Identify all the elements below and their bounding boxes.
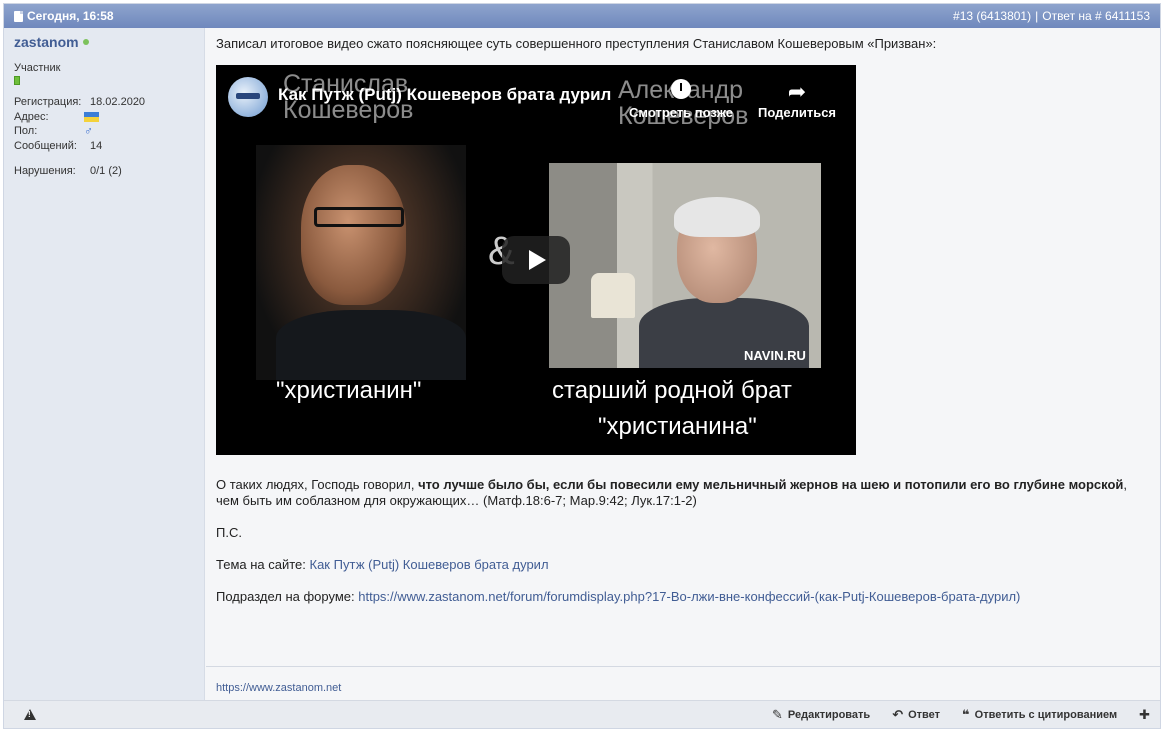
watch-later-button[interactable]: Смотреть позже [626,79,736,121]
violations-row: Нарушения: 0/1 (2) [14,165,194,177]
info-row-address: Адрес: [14,110,194,125]
user-rank: Участник [14,62,61,74]
channel-avatar[interactable] [228,77,268,117]
post-header: Сегодня, 16:58 #13 (6413801) | Ответ на … [4,4,1160,28]
post-number-area: #13 (6413801) | Ответ на # 6411153 [953,9,1150,23]
play-button[interactable] [502,236,570,284]
info-value: 18.02.2020 [90,96,146,109]
ps-text: П.С. [216,525,242,540]
user-info: Регистрация: 18.02.2020 Адрес: Пол: ♂ Со… [14,95,194,153]
ukraine-flag-icon [84,111,99,122]
forum-label: Подраздел на форуме: [216,589,359,604]
info-key: Адрес: [14,110,49,123]
topic-paragraph: Тема на сайте: Как Путж (Putj) Кошеверов… [216,557,1151,573]
info-key: Сообщений: [14,139,77,152]
post-footer: ✎ Редактировать ↶ Ответ ❝ Ответить с цит… [4,700,1160,728]
video-caption-right-line2: "христианина" [598,413,757,440]
reply-arrow-icon: ↶ [892,706,904,722]
share-arrow-icon: ➦ [787,79,807,104]
video-caption-right-line1: старший родной брат [552,377,792,404]
quote-bubble-icon: ❝ [962,706,970,722]
user-sidebar: zastanom Участник Регистрация: 18.02.202… [4,28,205,700]
violations-value: 0/1 (2) [90,165,122,177]
reply-button[interactable]: ↶ Ответ [892,707,940,723]
pencil-icon: ✎ [772,706,783,722]
report-warning-icon[interactable] [24,709,36,720]
signature-link[interactable]: https://www.zastanom.net [216,680,341,696]
video-person-right [549,163,821,368]
video-caption-left: "христианин" [276,377,422,404]
forum-paragraph: Подраздел на форуме: https://www.zastano… [216,589,1151,605]
multiquote-plus-icon: ✚ [1139,706,1150,722]
info-key: Пол: [14,125,38,138]
online-status-icon [82,39,89,45]
quote-paragraph: О таких людях, Господь говорил, что лучш… [216,477,1128,508]
topic-label: Тема на сайте: [216,557,310,572]
quote-bold: что лучше было бы, если бы повесили ему … [418,477,1124,492]
post-date-text: Сегодня, 16:58 [27,9,114,23]
info-row-gender: Пол: ♂ [14,124,194,139]
username-link[interactable]: zastanom [14,34,79,50]
document-icon [14,10,23,22]
video-watermark: NAVIN.RU [744,348,806,363]
post-actions: ✎ Редактировать ↶ Ответ ❝ Ответить с цит… [772,707,1150,723]
info-row-registration: Регистрация: 18.02.2020 [14,95,194,110]
post-content: Записал итоговое видео сжато поясняющее … [206,28,1160,700]
info-row-posts: Сообщений: 14 [14,139,194,154]
video-person-left [256,145,466,380]
username-row: zastanom [14,34,194,50]
intro-text: Записал итоговое видео сжато поясняющее … [216,36,937,51]
reply-to-link[interactable]: Ответ на # 6411153 [1042,9,1150,23]
share-button[interactable]: ➦ Поделиться [752,79,842,121]
info-key: Регистрация: [14,96,82,109]
youtube-video-embed[interactable]: Станислав Кошеверов Александр Кошеверов … [216,65,856,455]
signature-divider [206,666,1160,667]
forum-link[interactable]: https://www.zastanom.net/forum/forumdisp… [358,589,1020,604]
forum-post: Сегодня, 16:58 #13 (6413801) | Ответ на … [3,3,1161,729]
info-value: 14 [90,139,103,152]
edit-button[interactable]: ✎ Редактировать [772,707,870,723]
reputation-icon[interactable] [14,76,20,85]
post-date: Сегодня, 16:58 [14,9,114,23]
topic-link[interactable]: Как Путж (Putj) Кошеверов брата дурил [310,557,549,572]
video-title[interactable]: Как Путж (Putj) Кошеверов брата дурил [278,86,611,103]
multiquote-button[interactable]: ✚ [1139,707,1150,723]
header-separator: | [1035,9,1039,23]
male-icon: ♂ [84,124,93,139]
clock-icon [671,79,691,99]
quote-reply-button[interactable]: ❝ Ответить с цитированием [962,707,1117,723]
post-number-link[interactable]: #13 (6413801) [953,9,1031,23]
violations-label: Нарушения: [14,165,76,177]
